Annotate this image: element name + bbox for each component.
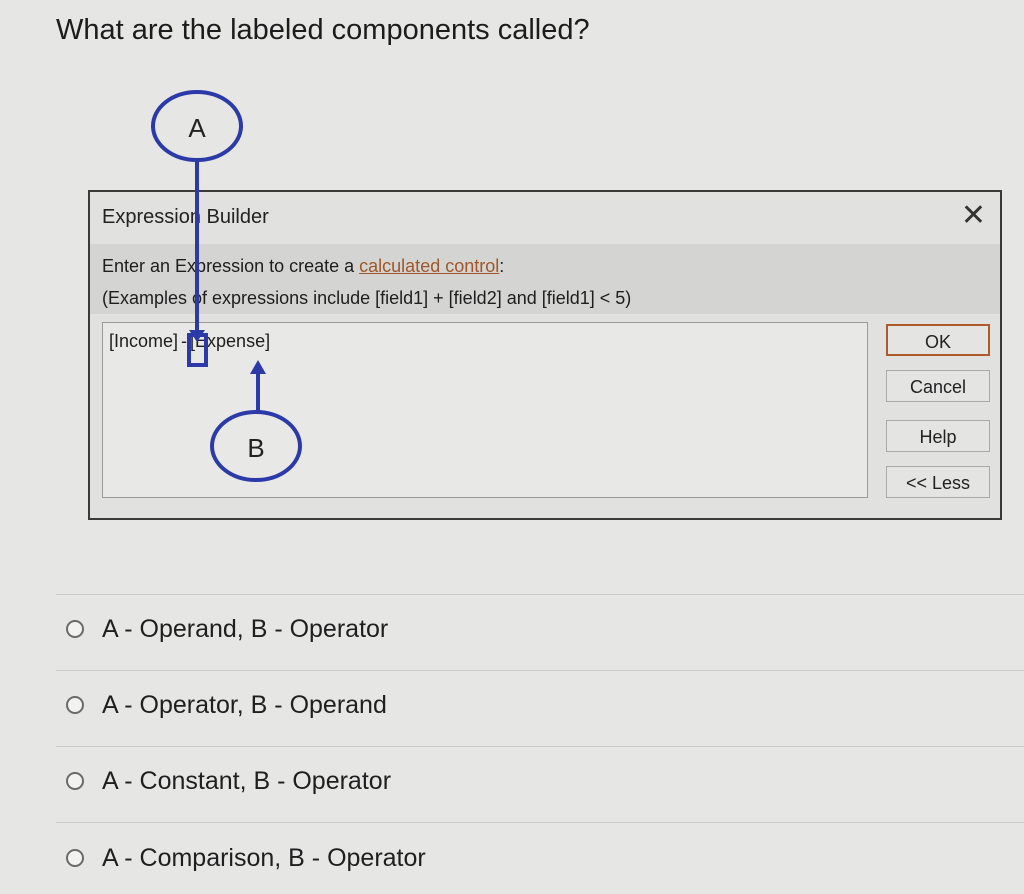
instruction-prefix: Enter an Expression to create a [102,256,360,276]
radio-button-icon[interactable] [66,772,84,790]
dialog-title: Expression Builder [102,206,269,228]
separator [56,594,1024,595]
option-1[interactable]: A - Operand, B - Operator [66,612,388,646]
option-label: A - Comparison, B - Operator [102,843,426,872]
expression-builder-dialog: Expression Builder ✕ Enter an Expression… [88,190,1002,520]
close-icon[interactable]: ✕ [961,198,986,233]
option-label: A - Operator, B - Operand [102,690,387,719]
instruction-text: Enter an Expression to create a calculat… [102,256,504,277]
option-4[interactable]: A - Comparison, B - Operator [66,841,426,875]
radio-button-icon[interactable] [66,849,84,867]
separator [56,822,1024,823]
option-2[interactable]: A - Operator, B - Operand [66,688,387,722]
expression-operand-expense: [Expense] [190,331,271,351]
expression-operator: - [181,331,188,351]
annotation-a-label: A [188,113,206,143]
instruction-suffix: : [499,256,505,276]
ok-button[interactable]: OK [886,324,990,356]
option-3[interactable]: A - Constant, B - Operator [66,764,391,798]
option-label: A - Operand, B - Operator [102,614,389,643]
question-text: What are the labeled components called? [56,14,590,46]
cancel-button[interactable]: Cancel [886,370,990,402]
calculated-control-link[interactable]: calculated control [359,256,499,276]
less-button[interactable]: << Less [886,466,990,498]
annotation-a-circle [151,90,243,162]
examples-text: (Examples of expressions include [field1… [102,288,632,308]
expression-operand-income: [Income] [109,331,179,351]
radio-button-icon[interactable] [66,696,84,714]
separator [56,670,1024,671]
help-button[interactable]: Help [886,420,990,452]
expression-input[interactable]: [Income] - [Expense] [102,322,868,498]
option-label: A - Constant, B - Operator [102,766,392,795]
radio-button-icon[interactable] [66,620,84,638]
separator [56,746,1024,747]
expression-text: [Income] - [Expense] [109,331,270,352]
